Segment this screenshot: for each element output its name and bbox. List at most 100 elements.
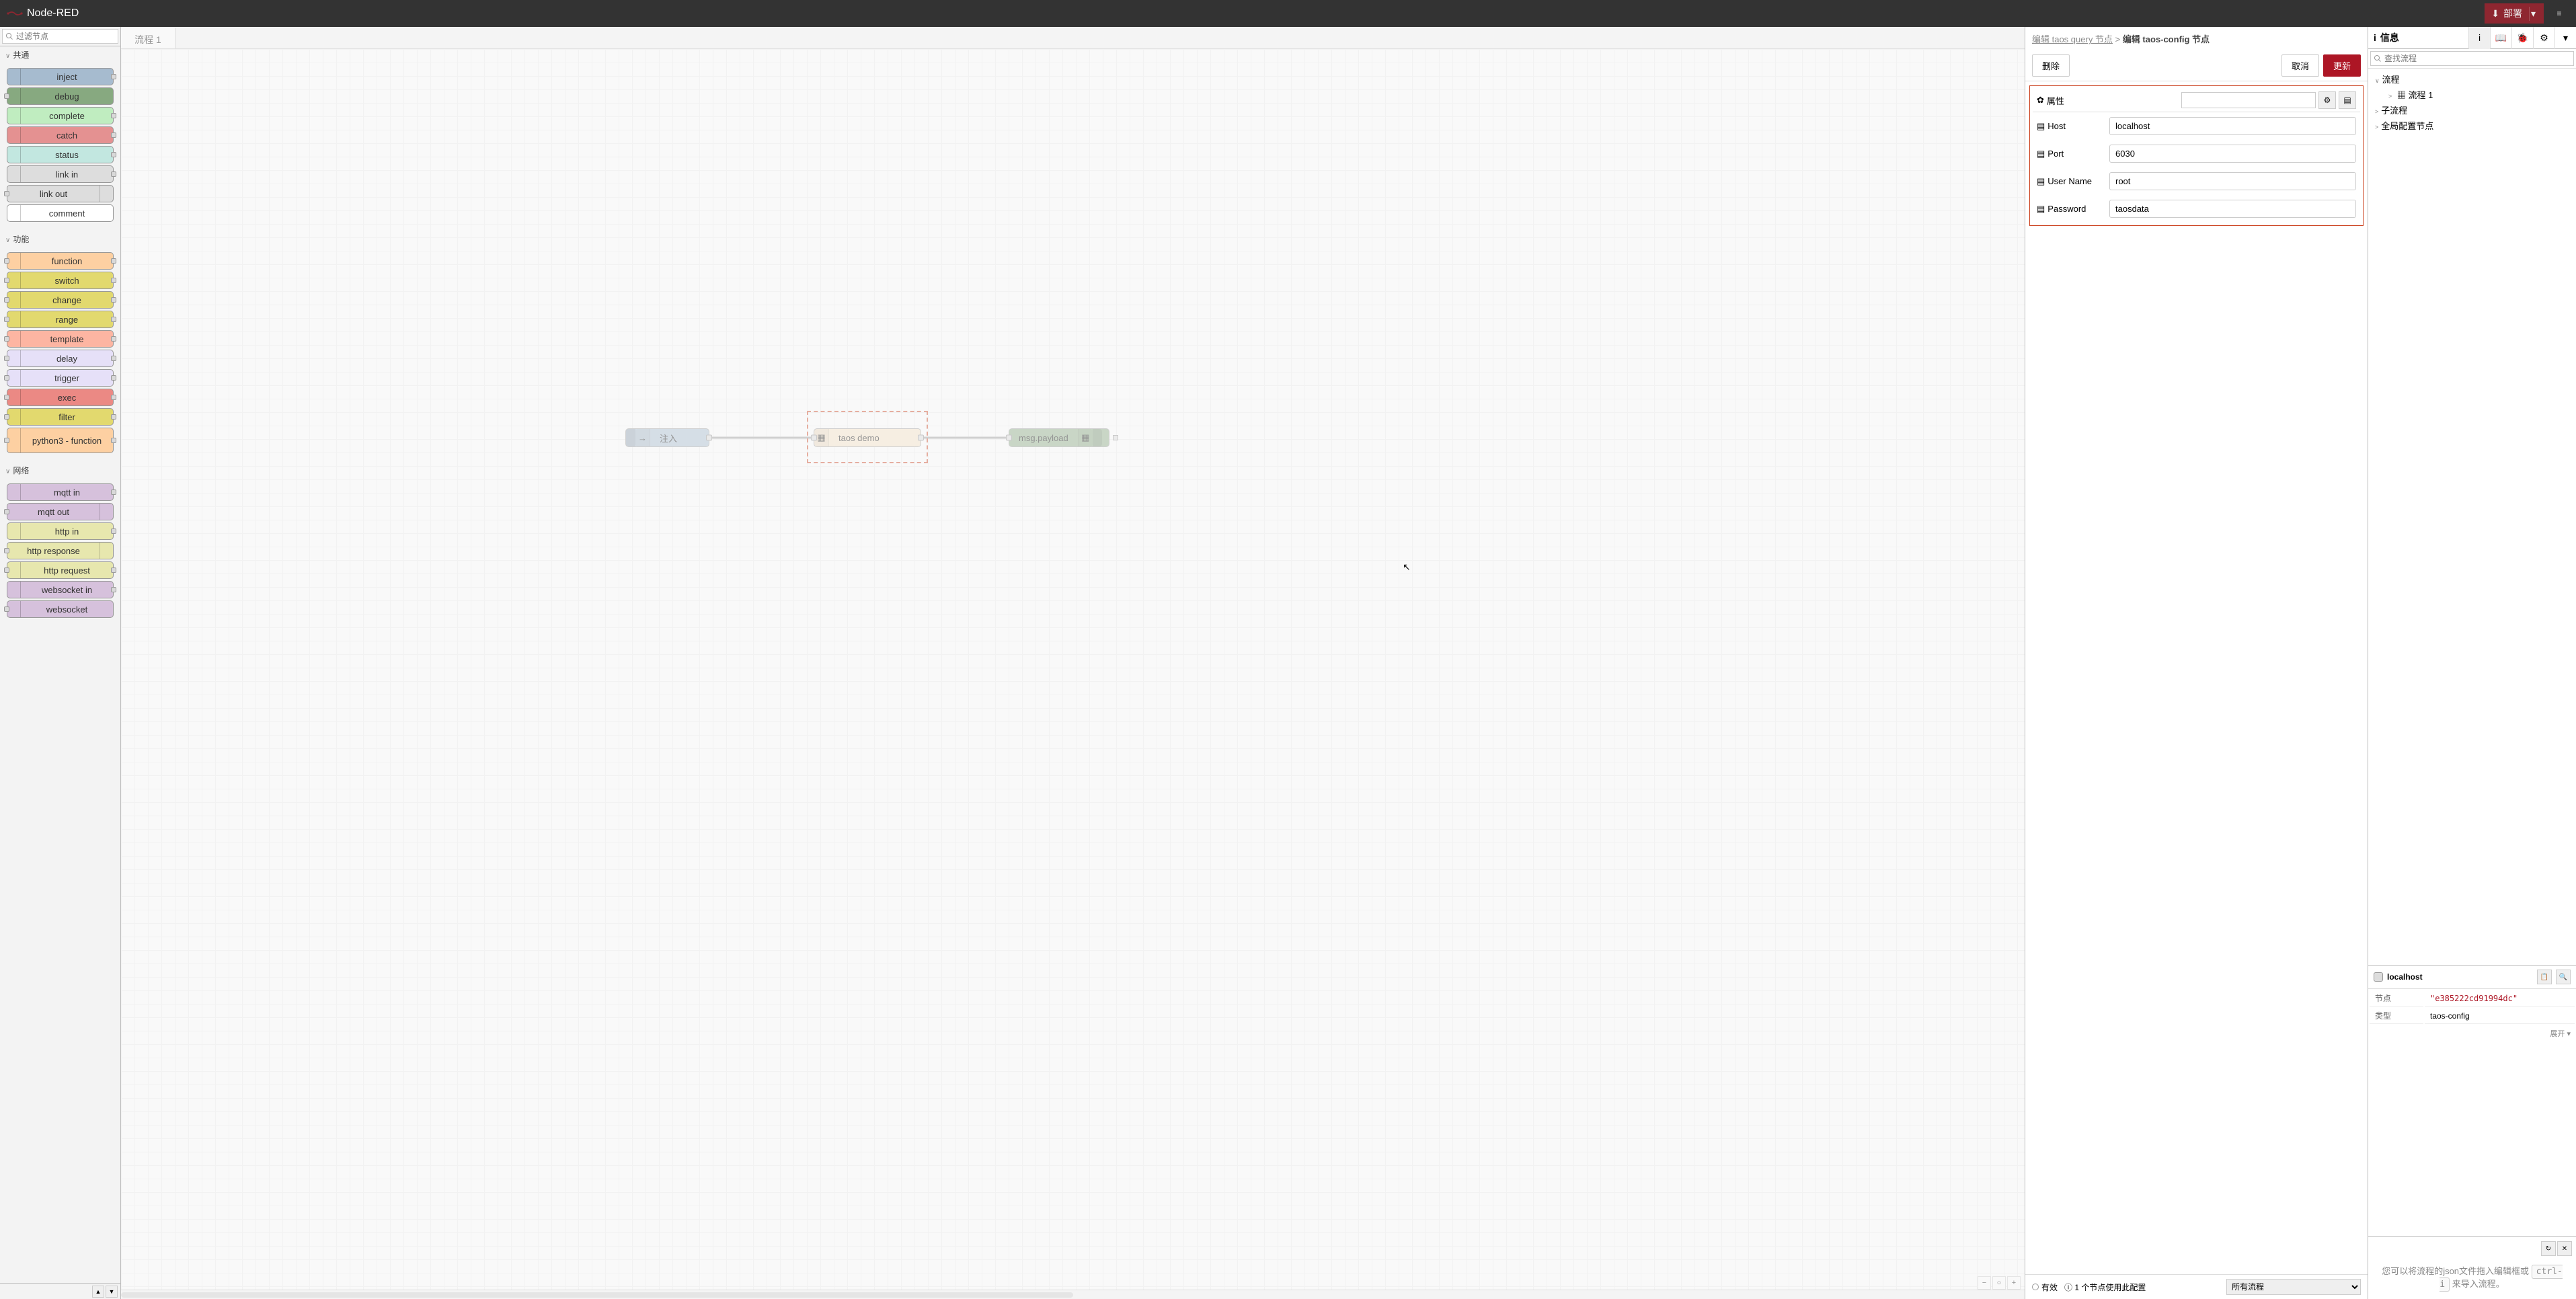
- palette-node-delay[interactable]: delay: [7, 350, 114, 367]
- palette-node-http-request[interactable]: http request: [7, 561, 114, 579]
- input-port: [4, 414, 9, 420]
- output-port: [111, 297, 116, 303]
- tree-flow1[interactable]: ▦ 流程 1: [2368, 87, 2576, 102]
- host-input[interactable]: [2109, 117, 2356, 135]
- taos-demo-node[interactable]: ▦ taos demo: [814, 428, 921, 447]
- deploy-button[interactable]: ⬇ 部署 ▾: [2485, 3, 2544, 24]
- inject-node[interactable]: → 注入: [625, 428, 709, 447]
- copy-button[interactable]: 📋: [2537, 970, 2552, 984]
- sidebar-tab-debug[interactable]: 🐞: [2511, 27, 2533, 49]
- input-port[interactable]: [1006, 435, 1012, 441]
- node-label: http request: [21, 565, 113, 576]
- palette-collapse-all-button[interactable]: ▲: [92, 1286, 104, 1298]
- debug-toggle-button[interactable]: [1093, 429, 1102, 446]
- input-port: [4, 336, 9, 342]
- zoom-reset-button[interactable]: ○: [1992, 1276, 2006, 1290]
- input-port: [4, 548, 9, 553]
- sidebar-tab-help[interactable]: 📖: [2490, 27, 2511, 49]
- password-input[interactable]: [2109, 200, 2356, 218]
- palette-node-status[interactable]: status: [7, 146, 114, 163]
- palette-node-range[interactable]: range: [7, 311, 114, 328]
- palette-category-header[interactable]: 网络: [0, 462, 120, 479]
- palette-node-catch[interactable]: catch: [7, 126, 114, 144]
- palette-node-mqtt-out[interactable]: mqtt out: [7, 503, 114, 520]
- delete-button[interactable]: 删除: [2032, 54, 2070, 77]
- sidebar-tab-config[interactable]: ⚙: [2533, 27, 2554, 49]
- debug-node[interactable]: msg.payload ▦: [1009, 428, 1109, 447]
- palette-node-template[interactable]: template: [7, 330, 114, 348]
- canvas-horizontal-scrollbar[interactable]: [121, 1290, 2025, 1299]
- port-input[interactable]: [2109, 145, 2356, 163]
- update-button[interactable]: 更新: [2323, 54, 2361, 77]
- tree-subflows[interactable]: 子流程: [2368, 102, 2576, 118]
- detail-node-name: localhost: [2387, 972, 2423, 982]
- sidebar-tab-more[interactable]: ▾: [2554, 27, 2576, 49]
- node-name-input[interactable]: [2181, 92, 2316, 108]
- palette-node-function[interactable]: function: [7, 252, 114, 270]
- app-logo: Node-RED: [7, 7, 79, 19]
- palette-node-mqtt-in[interactable]: mqtt in: [7, 483, 114, 501]
- sidebar-tab-info[interactable]: i: [2468, 27, 2490, 49]
- password-label: ▤Password: [2037, 204, 2104, 214]
- node-icon: [7, 389, 21, 405]
- search-button[interactable]: 🔍: [2556, 970, 2571, 984]
- mouse-cursor: ↖: [1403, 561, 1411, 573]
- output-port[interactable]: [706, 435, 712, 441]
- breadcrumb-parent-link[interactable]: 编辑 taos query 节点: [2032, 34, 2113, 44]
- node-label: status: [21, 150, 113, 160]
- palette-node-filter[interactable]: filter: [7, 408, 114, 426]
- palette-node-link-in[interactable]: link in: [7, 165, 114, 183]
- tree-flows[interactable]: 流程: [2368, 71, 2576, 87]
- palette-category-header[interactable]: 共通: [0, 46, 120, 63]
- palette-expand-all-button[interactable]: ▼: [106, 1286, 118, 1298]
- settings-button[interactable]: ⚙: [2318, 91, 2336, 109]
- palette-node-trigger[interactable]: trigger: [7, 369, 114, 387]
- zoom-out-button[interactable]: −: [1978, 1276, 1991, 1290]
- palette-category-header[interactable]: 功能: [0, 231, 120, 247]
- palette-node-inject[interactable]: inject: [7, 68, 114, 85]
- input-port: [4, 93, 9, 99]
- inject-trigger-button[interactable]: [626, 429, 635, 446]
- palette-node-exec[interactable]: exec: [7, 389, 114, 406]
- main-menu-button[interactable]: ≡: [2549, 3, 2569, 24]
- flow-tab[interactable]: 流程 1: [121, 27, 175, 48]
- palette-node-http-response[interactable]: http response: [7, 542, 114, 559]
- input-port[interactable]: [811, 435, 817, 441]
- output-port: [111, 317, 116, 322]
- palette-node-comment[interactable]: comment: [7, 204, 114, 222]
- expand-toggle[interactable]: 展开 ▾: [2368, 1025, 2576, 1041]
- output-port[interactable]: [918, 435, 924, 441]
- palette-node-complete[interactable]: complete: [7, 107, 114, 124]
- input-port: [4, 438, 9, 443]
- palette-node-switch[interactable]: switch: [7, 272, 114, 289]
- config-editor-panel: 编辑 taos query 节点 > 编辑 taos-config 节点 删除 …: [2025, 27, 2368, 1299]
- username-input[interactable]: [2109, 172, 2356, 190]
- scrollbar-thumb[interactable]: [121, 1292, 1073, 1298]
- palette-node-link-out[interactable]: link out: [7, 185, 114, 202]
- deploy-dropdown-arrow[interactable]: ▾: [2529, 7, 2537, 21]
- node-icon: [7, 205, 21, 221]
- tree-global-config[interactable]: 全局配置节点: [2368, 118, 2576, 133]
- palette-node-websocket-in[interactable]: websocket in: [7, 581, 114, 598]
- refresh-tip-button[interactable]: ↻: [2541, 1241, 2556, 1256]
- palette-footer: ▲ ▼: [0, 1283, 120, 1299]
- node-label: complete: [21, 111, 113, 121]
- palette-node-python3---function[interactable]: python3 - function: [7, 428, 114, 453]
- node-icon: [7, 311, 21, 327]
- flow-canvas[interactable]: → 注入 ▦ taos demo msg.payload ▦ ↖: [121, 49, 2025, 1290]
- node-label: filter: [21, 412, 113, 422]
- palette-node-debug[interactable]: debug: [7, 87, 114, 105]
- palette-node-http-in[interactable]: http in: [7, 522, 114, 540]
- node-icon: [7, 166, 21, 182]
- palette-node-change[interactable]: change: [7, 291, 114, 309]
- flow-search-input[interactable]: [2370, 51, 2574, 66]
- palette-search-input[interactable]: [2, 29, 118, 44]
- enabled-toggle[interactable]: 有效: [2032, 1282, 2058, 1293]
- list-icon: ▤: [2037, 121, 2045, 132]
- env-button[interactable]: ▤: [2339, 91, 2356, 109]
- close-tip-button[interactable]: ✕: [2557, 1241, 2572, 1256]
- cancel-button[interactable]: 取消: [2281, 54, 2319, 77]
- scope-select[interactable]: 所有流程: [2226, 1279, 2361, 1295]
- zoom-in-button[interactable]: +: [2007, 1276, 2021, 1290]
- palette-node-websocket[interactable]: websocket: [7, 600, 114, 618]
